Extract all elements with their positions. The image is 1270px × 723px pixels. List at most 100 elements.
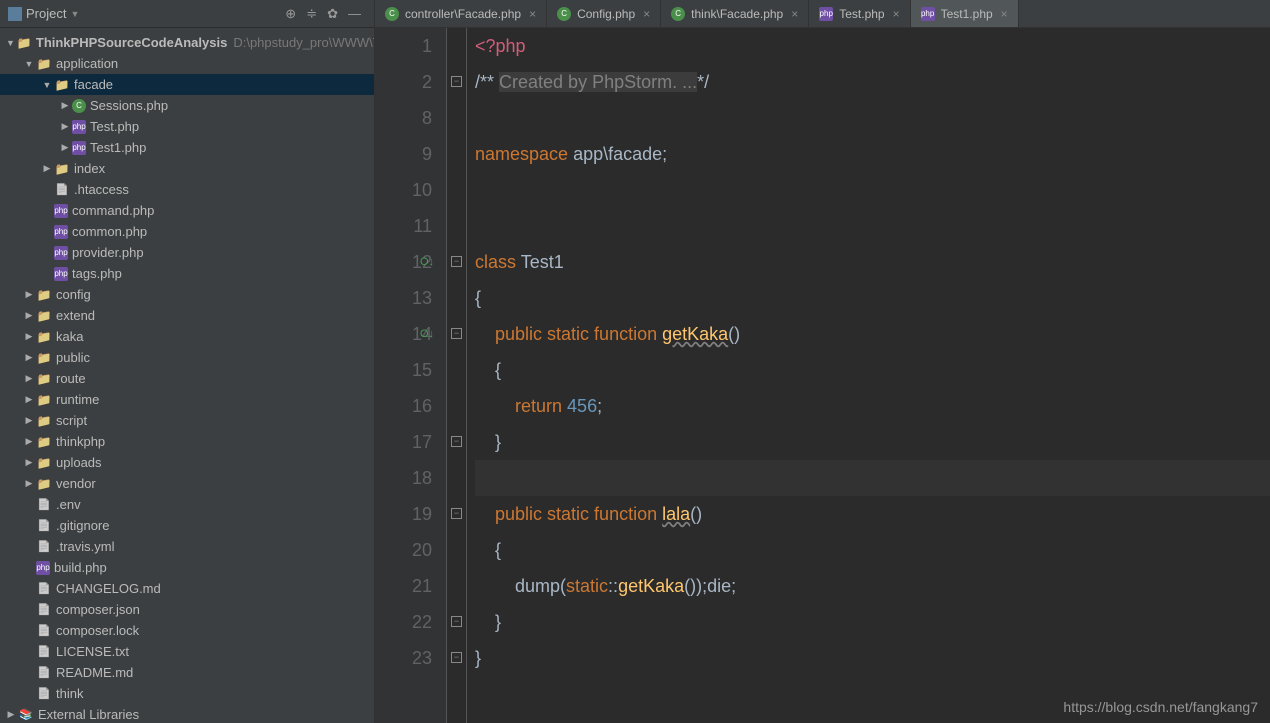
- close-icon[interactable]: ×: [529, 7, 536, 21]
- editor-tab[interactable]: CConfig.php×: [547, 0, 661, 27]
- tree-item[interactable]: ▼facade: [0, 74, 374, 95]
- tree-item[interactable]: .travis.yml: [0, 536, 374, 557]
- code-line[interactable]: namespace app\facade;: [475, 136, 1270, 172]
- fold-marker-icon[interactable]: −: [451, 508, 462, 519]
- fold-marker-icon[interactable]: −: [451, 328, 462, 339]
- fold-column[interactable]: − − − − − − −: [447, 28, 467, 723]
- expand-arrow-icon[interactable]: ▶: [24, 478, 34, 489]
- folder-icon: [54, 77, 70, 93]
- locate-icon[interactable]: ⊕: [285, 6, 296, 22]
- code-editor[interactable]: 1289101112O↓1314O↓151617181920212223 −−−…: [375, 28, 1270, 723]
- fold-marker-icon[interactable]: −: [451, 436, 462, 447]
- tree-item[interactable]: ▶kaka: [0, 326, 374, 347]
- tree-item[interactable]: phptags.php: [0, 263, 374, 284]
- code-line[interactable]: public static function lala(): [475, 496, 1270, 532]
- fold-marker-icon[interactable]: −: [451, 652, 462, 663]
- code-line[interactable]: [475, 460, 1270, 496]
- tree-item[interactable]: .htaccess: [0, 179, 374, 200]
- tree-item[interactable]: think: [0, 683, 374, 704]
- tree-root[interactable]: ▼ ThinkPHPSourceCodeAnalysis D:\phpstudy…: [0, 32, 374, 53]
- expand-arrow-icon[interactable]: ▼: [42, 80, 52, 90]
- tree-item[interactable]: ▶ index: [0, 158, 374, 179]
- code-line[interactable]: {: [475, 352, 1270, 388]
- tree-item[interactable]: phpbuild.php: [0, 557, 374, 578]
- external-libraries[interactable]: ▶ 📚 External Libraries: [0, 704, 374, 723]
- code-line[interactable]: class Test1: [475, 244, 1270, 280]
- expand-arrow-icon[interactable]: ▶: [60, 121, 70, 132]
- file-icon: [36, 686, 52, 702]
- tree-item[interactable]: LICENSE.txt: [0, 641, 374, 662]
- code-line[interactable]: }: [475, 640, 1270, 676]
- tree-item[interactable]: ▶config: [0, 284, 374, 305]
- tree-item[interactable]: ▶uploads: [0, 452, 374, 473]
- close-icon[interactable]: ×: [643, 7, 650, 21]
- override-marker-icon[interactable]: O↓: [420, 244, 434, 280]
- close-icon[interactable]: ×: [893, 7, 900, 21]
- code-line[interactable]: public static function getKaka(): [475, 316, 1270, 352]
- expand-arrow-icon[interactable]: ▶: [24, 373, 34, 384]
- fold-marker-icon[interactable]: −: [451, 76, 462, 87]
- code-line[interactable]: dump(static::getKaka());die;: [475, 568, 1270, 604]
- tree-item[interactable]: ▼application: [0, 53, 374, 74]
- tree-item[interactable]: phpcommon.php: [0, 221, 374, 242]
- expand-arrow-icon[interactable]: ▶: [24, 457, 34, 468]
- tree-item[interactable]: composer.lock: [0, 620, 374, 641]
- editor-tab[interactable]: Cthink\Facade.php×: [661, 0, 809, 27]
- expand-arrow-icon[interactable]: ▶: [60, 142, 70, 153]
- settings-icon[interactable]: ✿: [327, 6, 338, 22]
- code-line[interactable]: [475, 100, 1270, 136]
- code-line[interactable]: return 456;: [475, 388, 1270, 424]
- collapse-icon[interactable]: ≑: [306, 6, 317, 22]
- tree-item[interactable]: ▶runtime: [0, 389, 374, 410]
- tree-item[interactable]: .gitignore: [0, 515, 374, 536]
- tree-item[interactable]: ▶phpTest.php: [0, 116, 374, 137]
- code-line[interactable]: /** Created by PhpStorm. ...*/: [475, 64, 1270, 100]
- expand-arrow-icon[interactable]: ▶: [24, 310, 34, 321]
- editor-tab[interactable]: phpTest1.php×: [911, 0, 1019, 27]
- tree-item[interactable]: ▶public: [0, 347, 374, 368]
- code-line[interactable]: }: [475, 604, 1270, 640]
- code-line[interactable]: <?php: [475, 28, 1270, 64]
- code-line[interactable]: [475, 172, 1270, 208]
- expand-arrow-icon[interactable]: ▶: [24, 289, 34, 300]
- tree-item[interactable]: README.md: [0, 662, 374, 683]
- code-line[interactable]: {: [475, 532, 1270, 568]
- expand-arrow-icon[interactable]: ▶: [6, 709, 16, 720]
- close-icon[interactable]: ×: [1001, 7, 1008, 21]
- dropdown-arrow-icon[interactable]: ▼: [70, 9, 79, 19]
- tree-item[interactable]: CHANGELOG.md: [0, 578, 374, 599]
- expand-arrow-icon[interactable]: ▶: [42, 163, 52, 174]
- tree-item[interactable]: ▶route: [0, 368, 374, 389]
- override-marker-icon[interactable]: O↓: [420, 316, 434, 352]
- code-content[interactable]: <?php/** Created by PhpStorm. ...*/ names…: [467, 28, 1270, 723]
- close-icon[interactable]: ×: [791, 7, 798, 21]
- expand-arrow-icon[interactable]: ▼: [24, 59, 34, 69]
- expand-arrow-icon[interactable]: ▼: [6, 38, 15, 48]
- project-tree[interactable]: ▼ ThinkPHPSourceCodeAnalysis D:\phpstudy…: [0, 28, 374, 723]
- tree-item[interactable]: composer.json: [0, 599, 374, 620]
- fold-marker-icon[interactable]: −: [451, 256, 462, 267]
- tree-item[interactable]: ▶phpTest1.php: [0, 137, 374, 158]
- code-line[interactable]: {: [475, 280, 1270, 316]
- minimize-icon[interactable]: —: [348, 6, 361, 21]
- expand-arrow-icon[interactable]: ▶: [24, 415, 34, 426]
- expand-arrow-icon[interactable]: ▶: [24, 436, 34, 447]
- expand-arrow-icon[interactable]: ▶: [24, 352, 34, 363]
- expand-arrow-icon[interactable]: ▶: [24, 394, 34, 405]
- tree-item[interactable]: ▶thinkphp: [0, 431, 374, 452]
- code-line[interactable]: [475, 208, 1270, 244]
- tree-item[interactable]: ▶CSessions.php: [0, 95, 374, 116]
- fold-marker-icon[interactable]: −: [451, 616, 462, 627]
- expand-arrow-icon[interactable]: ▶: [60, 100, 70, 111]
- tree-item[interactable]: ▶extend: [0, 305, 374, 326]
- tree-item[interactable]: .env: [0, 494, 374, 515]
- tree-item-label: index: [74, 161, 105, 176]
- code-line[interactable]: }: [475, 424, 1270, 460]
- expand-arrow-icon[interactable]: ▶: [24, 331, 34, 342]
- tree-item[interactable]: phpprovider.php: [0, 242, 374, 263]
- editor-tab[interactable]: Ccontroller\Facade.php×: [375, 0, 547, 27]
- tree-item[interactable]: ▶vendor: [0, 473, 374, 494]
- tree-item[interactable]: ▶script: [0, 410, 374, 431]
- editor-tab[interactable]: phpTest.php×: [809, 0, 910, 27]
- tree-item[interactable]: phpcommand.php: [0, 200, 374, 221]
